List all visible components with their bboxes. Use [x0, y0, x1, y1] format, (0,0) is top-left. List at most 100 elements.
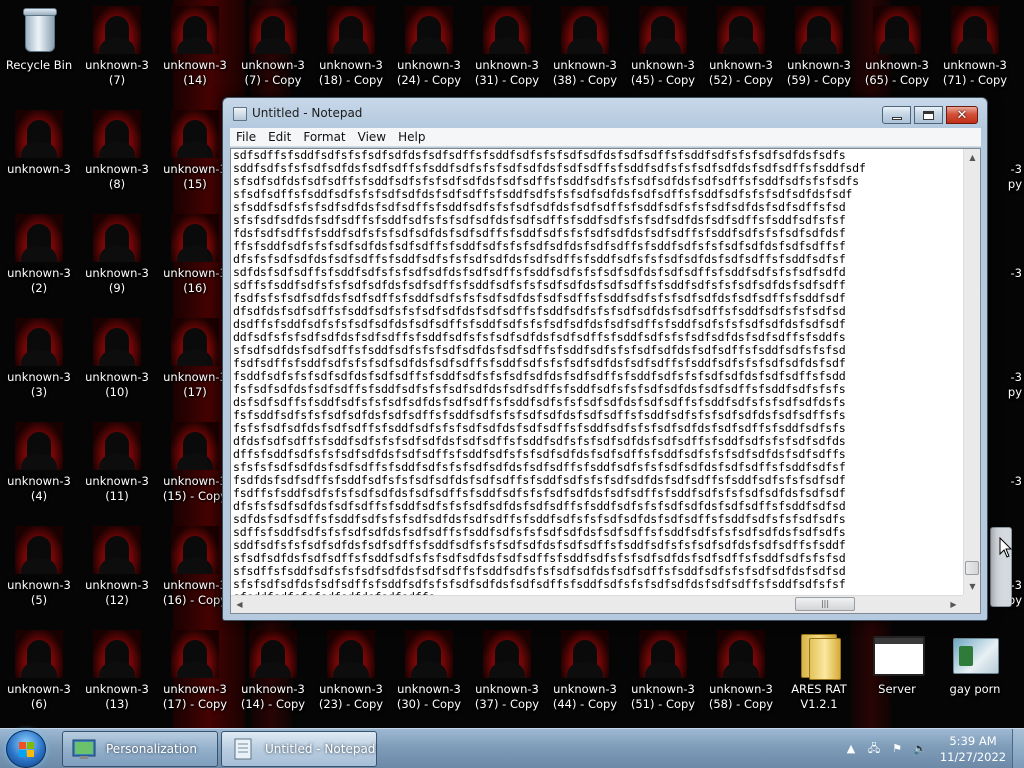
image-file-icon: [639, 630, 687, 678]
desktop-icon[interactable]: unknown-3 (44) - Copy: [546, 624, 624, 728]
desktop-icon[interactable]: unknown-3 (51) - Copy: [624, 624, 702, 728]
vertical-scrollbar[interactable]: ▲ ▼: [963, 149, 980, 595]
desktop-icon[interactable]: unknown-3 (71) - Copy: [936, 0, 1014, 104]
clock[interactable]: 5:39 AM 11/27/2022: [936, 733, 1010, 765]
desktop-icon[interactable]: unknown-3 (12): [78, 520, 156, 624]
close-button[interactable]: ✕: [946, 106, 978, 124]
system-tray: ▲ 🖧 ⚑ 🔈: [844, 729, 927, 768]
image-file-icon: [405, 6, 453, 54]
vertical-scroll-thumb[interactable]: [965, 561, 979, 575]
scroll-up-icon[interactable]: ▲: [964, 149, 980, 166]
desktop-icon[interactable]: unknown-3 (31) - Copy: [468, 0, 546, 104]
desktop-icon[interactable]: gay porn: [936, 624, 1014, 728]
image-file-icon: [171, 526, 219, 574]
desktop-icon-label: unknown-3 (31) - Copy: [474, 58, 540, 87]
desktop-icon[interactable]: unknown-3 (24) - Copy: [390, 0, 468, 104]
desktop-icon[interactable]: unknown-3 (8): [78, 104, 156, 208]
desktop-icon[interactable]: unknown-3 (52) - Copy: [702, 0, 780, 104]
menu-view[interactable]: View: [352, 130, 392, 144]
taskbar-notepad[interactable]: Untitled - Notepad: [221, 731, 377, 767]
image-file-icon: [15, 110, 63, 158]
image-file-icon: [483, 6, 531, 54]
desktop-icon-label: unknown-3 (6): [7, 682, 71, 711]
desktop-icon[interactable]: unknown-3 (14) - Copy: [234, 624, 312, 728]
desktop-icon[interactable]: unknown-3 (37) - Copy: [468, 624, 546, 728]
desktop-icon[interactable]: unknown-3 (9): [78, 208, 156, 312]
horizontal-scrollbar[interactable]: ◀ ||| ▶: [231, 595, 964, 613]
minimize-button[interactable]: [882, 106, 911, 124]
desktop-icon[interactable]: unknown-3 (7) - Copy: [234, 0, 312, 104]
minimize-icon: [891, 116, 902, 120]
desktop-icon-label: gay porn: [949, 682, 1001, 696]
desktop-icon[interactable]: unknown-3 (18) - Copy: [312, 0, 390, 104]
desktop-icon[interactable]: unknown-3 (59) - Copy: [780, 0, 858, 104]
editor-area[interactable]: sdfsdffsfsddfsdfsfsfsdfsdfdsfsdfsdffsfsd…: [230, 148, 981, 614]
desktop-icon-label: unknown-3 (5): [7, 578, 71, 607]
action-center-flag-icon[interactable]: ⚑: [890, 742, 904, 756]
network-icon[interactable]: 🖧: [867, 742, 881, 756]
maximize-button[interactable]: [914, 106, 943, 124]
maximize-icon: [923, 110, 934, 120]
desktop-icon[interactable]: unknown-3 (30) - Copy: [390, 624, 468, 728]
show-desktop-button[interactable]: [1012, 729, 1024, 768]
desktop-icon-label: unknown-3 (71) - Copy: [942, 58, 1008, 87]
windows-logo-icon: [19, 742, 35, 758]
close-icon: ✕: [956, 107, 968, 123]
desktop-icon[interactable]: unknown-3 (6): [0, 624, 78, 728]
menu-format[interactable]: Format: [297, 130, 351, 144]
taskbar: Personalization Untitled - Notepad ▲ 🖧 ⚑…: [0, 728, 1024, 768]
text-content[interactable]: sdfsdffsfsddfsdfsfsfsdfsdfdsfsdfsdffsfsd…: [233, 149, 961, 595]
taskbar-label: Personalization: [106, 742, 197, 756]
desktop-icon[interactable]: Server: [858, 624, 936, 728]
volume-icon[interactable]: 🔈: [913, 742, 927, 756]
scroll-right-icon[interactable]: ▶: [945, 596, 962, 613]
desktop-icon[interactable]: unknown-3 (5): [0, 520, 78, 624]
desktop-icon-label: unknown-3 (14) - Copy: [240, 682, 306, 711]
menu-help[interactable]: Help: [392, 130, 431, 144]
title-bar[interactable]: Untitled - Notepad ✕: [223, 98, 987, 128]
menu-bar: File Edit Format View Help: [230, 128, 981, 147]
menu-file[interactable]: File: [230, 130, 262, 144]
desktop-icon[interactable]: unknown-3 (14): [156, 0, 234, 104]
desktop-icon[interactable]: unknown-3 (58) - Copy: [702, 624, 780, 728]
application-icon: [951, 630, 999, 678]
desktop-icon[interactable]: ARES RAT V1.2.1: [780, 624, 858, 728]
notepad-window[interactable]: Untitled - Notepad ✕ File Edit Format Vi…: [222, 97, 988, 621]
size-grip[interactable]: [963, 595, 980, 613]
desktop-icon[interactable]: Recycle Bin: [0, 0, 78, 104]
image-file-icon: [327, 6, 375, 54]
desktop-icon[interactable]: unknown-3 (3): [0, 312, 78, 416]
scroll-left-icon[interactable]: ◀: [231, 596, 248, 613]
start-button[interactable]: [6, 730, 46, 768]
show-hidden-icons-icon[interactable]: ▲: [844, 742, 858, 756]
image-file-icon: [15, 526, 63, 574]
desktop-icon-label: unknown-3 (13): [85, 682, 149, 711]
desktop-icon-label: Server: [878, 682, 916, 696]
horizontal-scroll-thumb[interactable]: |||: [795, 597, 855, 611]
image-file-icon: [717, 630, 765, 678]
image-file-icon: [93, 110, 141, 158]
desktop-icon-label: unknown-3 (37) - Copy: [474, 682, 540, 711]
scroll-down-icon[interactable]: ▼: [964, 578, 980, 595]
desktop-icon[interactable]: unknown-3 (23) - Copy: [312, 624, 390, 728]
desktop-icon[interactable]: unknown-3 (7): [78, 0, 156, 104]
desktop-icon[interactable]: unknown-3 (11): [78, 416, 156, 520]
desktop-icon[interactable]: unknown-3 (17) - Copy: [156, 624, 234, 728]
desktop-icon[interactable]: unknown-3 (45) - Copy: [624, 0, 702, 104]
desktop-icon[interactable]: unknown-3 (10): [78, 312, 156, 416]
menu-edit[interactable]: Edit: [262, 130, 297, 144]
desktop-icon[interactable]: unknown-3 (2): [0, 208, 78, 312]
desktop-icon-label: unknown-3 (7): [85, 58, 149, 87]
desktop-icon-label: unknown-3 (45) - Copy: [630, 58, 696, 87]
image-file-icon: [171, 110, 219, 158]
desktop-icon[interactable]: unknown-3 (65) - Copy: [858, 0, 936, 104]
personalization-icon: [72, 739, 96, 759]
image-file-icon: [561, 630, 609, 678]
desktop-icon[interactable]: unknown-3: [0, 104, 78, 208]
taskbar-personalization[interactable]: Personalization: [62, 731, 218, 767]
desktop-icon[interactable]: unknown-3 (13): [78, 624, 156, 728]
desktop-icon-label: unknown-3 (44) - Copy: [552, 682, 618, 711]
desktop-icon[interactable]: unknown-3 (38) - Copy: [546, 0, 624, 104]
desktop-icon-label: ARES RAT V1.2.1: [791, 682, 847, 711]
desktop-icon[interactable]: unknown-3 (4): [0, 416, 78, 520]
